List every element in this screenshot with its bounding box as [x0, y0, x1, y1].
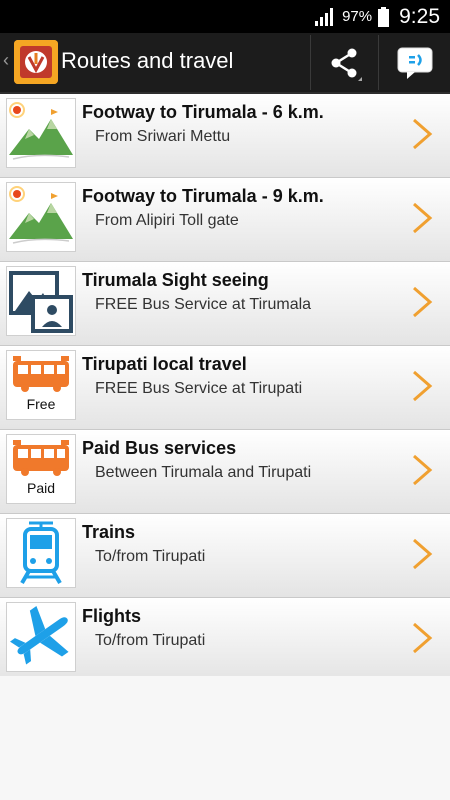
list-item[interactable]: Footway to Tirumala - 6 k.m. From Sriwar… [0, 94, 450, 178]
list-item[interactable]: Footway to Tirumala - 9 k.m. From Alipir… [0, 178, 450, 262]
signal-icon [315, 7, 334, 26]
chevron-right-icon [413, 370, 433, 402]
photo-gallery-icon [6, 266, 76, 336]
battery-percent: 97% [342, 8, 373, 25]
temple-logo-icon [14, 40, 58, 84]
share-icon [331, 48, 362, 81]
back-icon[interactable]: ‹ [3, 50, 9, 71]
message-button[interactable] [378, 35, 450, 90]
item-title: Footway to Tirumala - 6 k.m. [82, 102, 324, 122]
bus-badge: Paid [27, 480, 55, 496]
chevron-right-icon [413, 118, 433, 150]
mountain-trail-icon [6, 98, 76, 168]
mountain-trail-icon [6, 182, 76, 252]
item-subtitle: FREE Bus Service at Tirumala [95, 296, 312, 313]
chevron-right-icon [413, 454, 433, 486]
empty-area [0, 676, 450, 800]
item-subtitle: From Sriwari Mettu [95, 128, 231, 145]
item-subtitle: From Alipiri Toll gate [95, 212, 239, 229]
list-item[interactable]: Tirumala Sight seeing FREE Bus Service a… [0, 262, 450, 346]
item-subtitle: Between Tirumala and Tirupati [95, 464, 312, 481]
chevron-right-icon [413, 202, 433, 234]
item-title: Paid Bus services [82, 438, 237, 458]
status-bar: 97% 9:25 [0, 0, 450, 33]
item-subtitle: FREE Bus Service at Tirupati [95, 380, 303, 397]
bus-icon: Free [6, 350, 76, 420]
item-title: Trains [82, 522, 136, 542]
bus-icon: Paid [6, 434, 76, 504]
item-subtitle: To/from Tirupati [95, 632, 206, 649]
airplane-icon [6, 602, 76, 672]
action-bar: ‹ Routes and travel [0, 33, 450, 94]
status-icons: 97% 9:25 [314, 0, 440, 33]
list-item[interactable]: Paid Paid Bus services Between Tirumala … [0, 430, 450, 514]
bus-badge: Free [27, 396, 56, 412]
item-title: Flights [82, 606, 141, 626]
chat-bubble-icon [397, 47, 433, 79]
chevron-right-icon [413, 538, 433, 570]
page-title: Routes and travel [61, 48, 234, 73]
train-icon [6, 518, 76, 588]
share-button[interactable] [310, 35, 377, 90]
item-title: Tirupati local travel [82, 354, 247, 374]
list-item[interactable]: Flights To/from Tirupati [0, 598, 450, 682]
chevron-right-icon [413, 286, 433, 318]
chevron-right-icon [413, 622, 433, 654]
app-logo[interactable] [14, 40, 58, 84]
list-item[interactable]: Trains To/from Tirupati [0, 514, 450, 598]
list-item[interactable]: Free Tirupati local travel FREE Bus Serv… [0, 346, 450, 430]
item-subtitle: To/from Tirupati [95, 548, 206, 565]
item-title: Footway to Tirumala - 9 k.m. [82, 186, 324, 206]
routes-list: Footway to Tirumala - 6 k.m. From Sriwar… [0, 94, 450, 682]
battery-icon [378, 6, 390, 27]
clock: 9:25 [399, 4, 440, 28]
item-title: Tirumala Sight seeing [82, 270, 269, 290]
